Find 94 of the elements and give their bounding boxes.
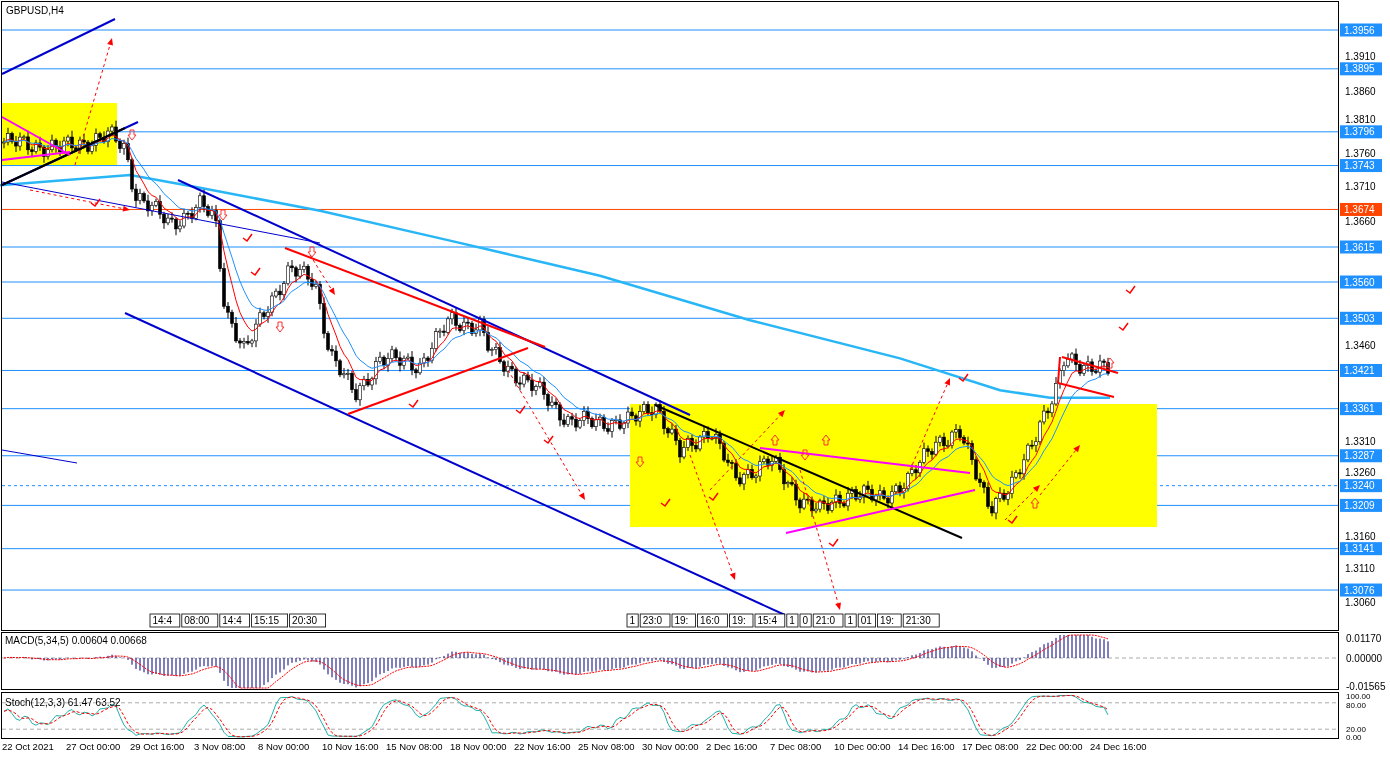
dashed-arrow [1004,485,1040,521]
check-icon [242,233,253,243]
price-level: 1.3743 [1,159,1382,173]
time-axis-label: 7 Dec 08:00 [770,741,822,752]
time-axis-label: 27 Oct 00:00 [66,741,121,752]
indicator-label: Stoch(12,3,3) 61.47 63.52 [5,697,121,708]
session-marker: 1 [626,613,639,628]
time-axis-label: 10 Nov 16:00 [322,741,379,752]
session-marker: 23:0 [639,613,671,628]
time-axis-label: 3 Nov 08:00 [194,741,246,752]
time-axis-label: 30 Nov 00:00 [642,741,699,752]
time-axis-label: 18 Nov 00:00 [450,741,507,752]
check-icon [515,405,526,415]
check-icon [958,373,969,383]
time-axis-label: 22 Dec 00:00 [1026,741,1083,752]
axis-tick-label: 0.00000 [1346,652,1383,664]
session-marker: 08:00 [181,613,219,628]
time-axis-label: 22 Nov 16:00 [514,741,571,752]
price-level: 1.3674 [1,202,1382,216]
time-axis-label: 8 Nov 00:00 [258,741,310,752]
check-icon [660,498,671,508]
price-level: 1.3560 [1,275,1382,289]
session-marker: 15:15 [251,613,288,628]
time-axis-label: 24 Dec 16:00 [1090,741,1147,752]
session-marker: 19: [877,613,902,628]
price-level: 1.3503 [1,311,1382,325]
down-arrow-icon [127,129,137,141]
price-level: 1.3895 [1,62,1382,76]
down-arrow-icon [800,449,810,461]
price-level: 1.3141 [1,542,1382,556]
price-level: 1.3076 [1,583,1382,597]
down-arrow-icon [275,321,285,333]
axis-tick-label: 1.3460 [1345,340,1376,352]
session-marker: 21:30 [902,613,940,628]
chart-title: GBPUSD,H4 [6,5,64,16]
axis-tick-label: 1.3110 [1345,562,1375,574]
dashed-arrow [309,254,335,295]
check-icon [90,198,101,208]
up-arrow-icon [821,434,831,446]
down-arrow-icon [635,456,645,468]
session-marker: 16:0 [697,613,728,628]
check-icon [1125,285,1136,295]
axis-tick-label: 0.01170 [1346,632,1382,644]
time-axis-label: 29 Oct 16:00 [130,741,185,752]
axis-tick-label: 0.00 [1346,733,1362,742]
session-marker: 14:4 [219,613,250,628]
time-axis-label: 25 Nov 08:00 [578,741,635,752]
check-icon [1007,515,1018,525]
session-marker: 1 [844,613,857,628]
time-axis-label: 22 Oct 2021 [2,741,54,752]
price-level: 1.3615 [1,240,1382,254]
axis-tick-label: -0.01565 [1346,680,1386,692]
session-marker: 21:0 [812,613,844,628]
price-level: 1.3956 [1,23,1382,37]
axis-tick-label: 1.3910 [1345,50,1376,62]
session-marker: 01 [857,613,876,628]
axis-tick-label: 80.00 [1346,701,1367,710]
up-arrow-icon [1105,357,1115,369]
down-arrow-icon [218,209,228,221]
axis-tick-label: 1.3760 [1345,147,1376,159]
check-icon [250,267,261,277]
axis-tick-label: 1.3260 [1345,467,1376,479]
axis-tick-label: 1.3160 [1345,531,1376,543]
price-level: 1.3421 [1,363,1382,377]
axis-tick-label: 1.3860 [1345,85,1376,97]
indicator-label: MACD(5,34,5) 0.00604 0.00668 [5,635,147,646]
time-axis-label: 2 Dec 16:00 [706,741,758,752]
down-arrow-icon [307,246,317,258]
dashed-arrow [1039,445,1080,496]
up-arrow-icon [1030,497,1040,509]
axis-tick-label: 1.3310 [1345,435,1376,447]
check-icon [408,399,419,409]
session-marker: 19: [671,613,696,628]
time-axis-label: 15 Nov 08:00 [386,741,443,752]
session-marker: 0 [799,613,812,628]
check-icon [1118,322,1129,332]
axis-tick-label: 1.3710 [1345,181,1376,193]
axis-tick-label: 1.3660 [1345,216,1376,228]
session-marker: 19: [729,613,754,628]
check-icon [708,492,719,502]
axis-tick-label: 20.00 [1346,725,1367,734]
session-marker: 1 [786,613,799,628]
axis-tick-label: 1.3060 [1345,597,1376,609]
up-arrow-icon [770,434,780,446]
time-axis-label: 10 Dec 00:00 [834,741,891,752]
session-marker: 15:4 [754,613,786,628]
check-icon [828,538,839,548]
axis-tick-label: 1.3810 [1345,113,1376,125]
time-axis-label: 17 Dec 08:00 [962,741,1019,752]
axis-tick-label: 100.00 [1346,692,1371,701]
session-marker: 20:30 [289,613,326,628]
check-icon [543,435,554,445]
session-marker: 14:4 [149,613,181,628]
time-axis-label: 14 Dec 16:00 [898,741,955,752]
